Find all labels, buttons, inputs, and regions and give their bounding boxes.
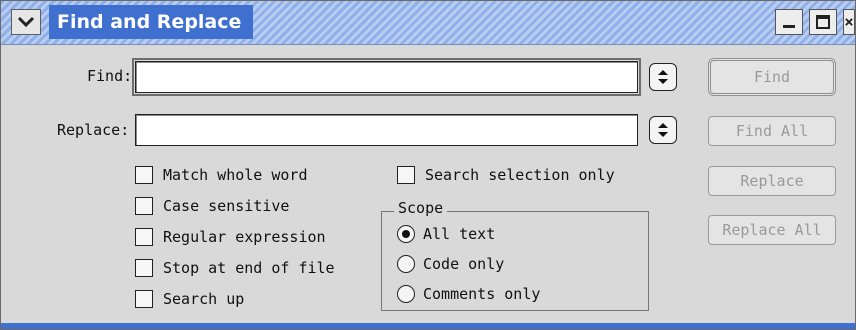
scope-radio-comments-only[interactable]: Comments only xyxy=(397,285,540,303)
replace-label: Replace: xyxy=(57,121,130,139)
regular-expression-checkbox[interactable]: Regular expression xyxy=(135,228,326,246)
find-input[interactable] xyxy=(132,58,641,96)
stop-at-end-checkbox[interactable]: Stop at end of file xyxy=(135,259,335,277)
checkbox-box[interactable] xyxy=(135,166,153,184)
window-title: Find and Replace xyxy=(49,5,254,39)
checkbox-label: Stop at end of file xyxy=(163,259,335,277)
title-bar[interactable]: Find and Replace xyxy=(1,1,855,45)
maximize-icon xyxy=(816,15,830,29)
checkbox-label: Search up xyxy=(163,290,245,308)
find-replace-window: Find and Replace Find: Replace: Find Fin… xyxy=(0,0,856,330)
case-sensitive-checkbox[interactable]: Case sensitive xyxy=(135,197,289,215)
scope-radio-all-text[interactable]: All text xyxy=(397,225,495,243)
up-down-stepper-icon xyxy=(658,123,668,137)
close-icon xyxy=(845,18,853,26)
checkbox-box[interactable] xyxy=(135,290,153,308)
search-up-checkbox[interactable]: Search up xyxy=(135,290,244,308)
checkbox-box[interactable] xyxy=(135,259,153,277)
maximize-button[interactable] xyxy=(809,9,837,35)
find-all-button[interactable]: Find All xyxy=(708,116,836,146)
collapse-button[interactable] xyxy=(11,9,41,35)
replace-input[interactable] xyxy=(135,114,638,146)
find-history-stepper[interactable] xyxy=(649,63,677,91)
replace-button[interactable]: Replace xyxy=(708,166,836,196)
minimize-icon xyxy=(783,25,795,28)
checkbox-box[interactable] xyxy=(135,228,153,246)
checkbox-label: Case sensitive xyxy=(163,197,290,215)
window-bottom-border xyxy=(1,323,855,329)
checkbox-label: Regular expression xyxy=(163,228,326,246)
checkbox-label: Search selection only xyxy=(425,166,615,184)
checkbox-box[interactable] xyxy=(135,197,153,215)
replace-history-stepper[interactable] xyxy=(649,116,677,144)
match-whole-word-checkbox[interactable]: Match whole word xyxy=(135,166,308,184)
find-label: Find: xyxy=(87,67,133,85)
scope-title: Scope xyxy=(394,199,448,217)
close-button[interactable] xyxy=(843,9,855,35)
radio-label: Code only xyxy=(423,255,505,273)
radio-label: Comments only xyxy=(423,285,541,303)
radio-unselected[interactable] xyxy=(397,255,415,273)
radio-label: All text xyxy=(423,225,496,243)
minimize-button[interactable] xyxy=(775,9,803,35)
radio-unselected[interactable] xyxy=(397,285,415,303)
checkbox-label: Match whole word xyxy=(163,166,308,184)
chevron-down-icon xyxy=(17,16,35,28)
up-down-stepper-icon xyxy=(658,70,668,84)
scope-radio-code-only[interactable]: Code only xyxy=(397,255,504,273)
checkbox-box[interactable] xyxy=(397,166,415,184)
search-selection-only-checkbox[interactable]: Search selection only xyxy=(397,166,615,184)
find-button[interactable]: Find xyxy=(708,58,836,96)
radio-selected[interactable] xyxy=(397,225,415,243)
replace-all-button[interactable]: Replace All xyxy=(708,215,836,245)
